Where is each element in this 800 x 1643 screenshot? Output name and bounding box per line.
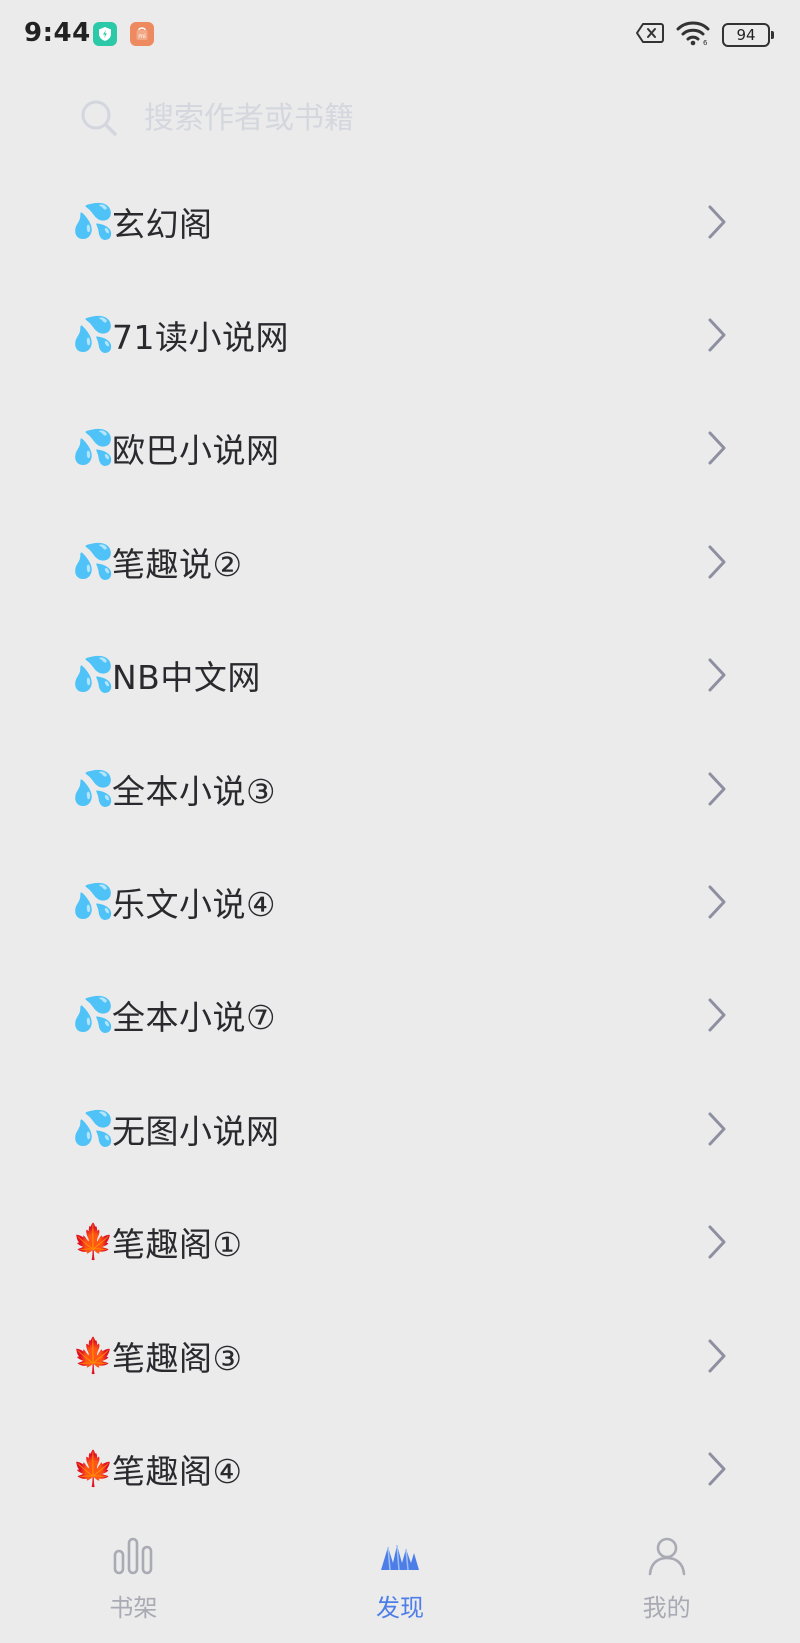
item-label: 笔趣阁③: [112, 1338, 243, 1378]
item-label: 无图小说网: [112, 1111, 280, 1151]
item-label: 笔趣阁④: [112, 1451, 243, 1491]
list-item[interactable]: 💦 全本小说③: [0, 732, 800, 845]
discover-mountains-icon: [378, 1534, 422, 1578]
list-item[interactable]: 💦 无图小说网: [0, 1072, 800, 1185]
sweat-drops-icon: 💦: [72, 201, 115, 242]
maple-leaf-icon: 🍁: [72, 1448, 115, 1489]
shield-app-icon: [93, 22, 117, 46]
svg-text:6: 6: [703, 39, 708, 46]
chevron-right-icon: [708, 431, 726, 465]
chevron-right-icon: [708, 205, 726, 239]
sweat-drops-icon: 💦: [72, 428, 115, 469]
no-sim-icon: [636, 22, 664, 48]
item-left: 🍁 笔趣阁①: [72, 1218, 243, 1266]
sweat-drops-icon: 💦: [72, 995, 115, 1036]
list-item[interactable]: 💦 欧巴小说网: [0, 392, 800, 505]
chevron-right-icon: [708, 772, 726, 806]
maple-leaf-icon: 🍁: [72, 1335, 115, 1376]
item-left: 💦 NB中文网: [72, 651, 261, 699]
item-left: 💦 欧巴小说网: [72, 424, 280, 472]
list-item[interactable]: 🍁 笔趣阁④: [0, 1412, 800, 1525]
list-item[interactable]: 💦 笔趣说②: [0, 505, 800, 618]
wifi-icon: 6: [676, 20, 710, 50]
search-bar[interactable]: [80, 90, 720, 146]
search-icon: [81, 100, 117, 136]
list-item[interactable]: 🍁 笔趣阁①: [0, 1186, 800, 1299]
item-label: NB中文网: [112, 658, 261, 698]
bar-chart-icon: [111, 1534, 155, 1578]
item-label: 笔趣说②: [112, 544, 243, 584]
item-left: 💦 玄幻阁: [72, 198, 213, 246]
nav-discover[interactable]: 发现: [267, 1520, 534, 1643]
chevron-right-icon: [708, 318, 726, 352]
item-label: 全本小说③: [112, 771, 277, 811]
user-icon: [645, 1534, 689, 1578]
item-left: 💦 71读小说网: [72, 311, 289, 359]
item-left: 💦 全本小说⑦: [72, 991, 276, 1039]
item-label: 欧巴小说网: [112, 431, 280, 471]
nav-mine[interactable]: 我的: [533, 1520, 800, 1643]
chevron-right-icon: [708, 1112, 726, 1146]
sweat-drops-icon: 💦: [72, 882, 115, 923]
sweat-drops-icon: 💦: [72, 541, 115, 582]
item-left: 💦 全本小说③: [72, 765, 276, 813]
list-item[interactable]: 💦 乐文小说④: [0, 845, 800, 958]
chevron-right-icon: [708, 658, 726, 692]
nav-label-discover: 发现: [376, 1594, 424, 1622]
battery-icon: 94: [722, 23, 774, 47]
sweat-drops-icon: 💦: [72, 768, 115, 809]
list-item[interactable]: 💦 全本小说⑦: [0, 959, 800, 1072]
chevron-right-icon: [708, 998, 726, 1032]
source-list: 💦 玄幻阁 💦 71读小说网 💦 欧巴小说网 💦 笔趣说② 💦 NB中文网 💦 …: [0, 165, 800, 1526]
status-right-group: 6 94: [636, 20, 774, 50]
sweat-drops-icon: 💦: [72, 1108, 115, 1149]
chevron-right-icon: [708, 1452, 726, 1486]
list-item[interactable]: 💦 NB中文网: [0, 619, 800, 732]
item-left: 💦 笔趣说②: [72, 538, 243, 586]
chevron-right-icon: [708, 1225, 726, 1259]
chevron-right-icon: [708, 1339, 726, 1373]
item-label: 71读小说网: [112, 318, 289, 358]
nav-label-mine: 我的: [642, 1594, 691, 1622]
list-item[interactable]: 🍁 笔趣阁③: [0, 1299, 800, 1412]
item-left: 🍁 笔趣阁④: [72, 1445, 243, 1493]
chevron-right-icon: [708, 885, 726, 919]
item-label: 笔趣阁①: [112, 1225, 243, 1265]
chevron-right-icon: [708, 545, 726, 579]
svg-text:mi: mi: [138, 33, 146, 40]
status-time: 9:44: [24, 18, 91, 48]
nav-label-bookshelf: 书架: [109, 1594, 158, 1622]
status-bar: 9:44 mi 6 94: [0, 0, 800, 70]
item-left: 💦 乐文小说④: [72, 878, 276, 926]
item-left: 🍁 笔趣阁③: [72, 1332, 243, 1380]
item-left: 💦 无图小说网: [72, 1105, 280, 1153]
list-item[interactable]: 💦 71读小说网: [0, 278, 800, 391]
list-item[interactable]: 💦 玄幻阁: [0, 165, 800, 278]
item-label: 全本小说⑦: [112, 998, 277, 1038]
maple-leaf-icon: 🍁: [72, 1222, 115, 1263]
search-input[interactable]: [142, 99, 666, 137]
nav-bookshelf[interactable]: 书架: [0, 1520, 267, 1643]
sweat-drops-icon: 💦: [72, 315, 115, 356]
bottom-nav: 书架 发现 我的: [0, 1520, 800, 1643]
sweat-drops-icon: 💦: [72, 655, 115, 696]
item-label: 乐文小说④: [112, 885, 277, 925]
item-label: 玄幻阁: [112, 204, 213, 244]
mi-store-icon: mi: [130, 22, 154, 46]
